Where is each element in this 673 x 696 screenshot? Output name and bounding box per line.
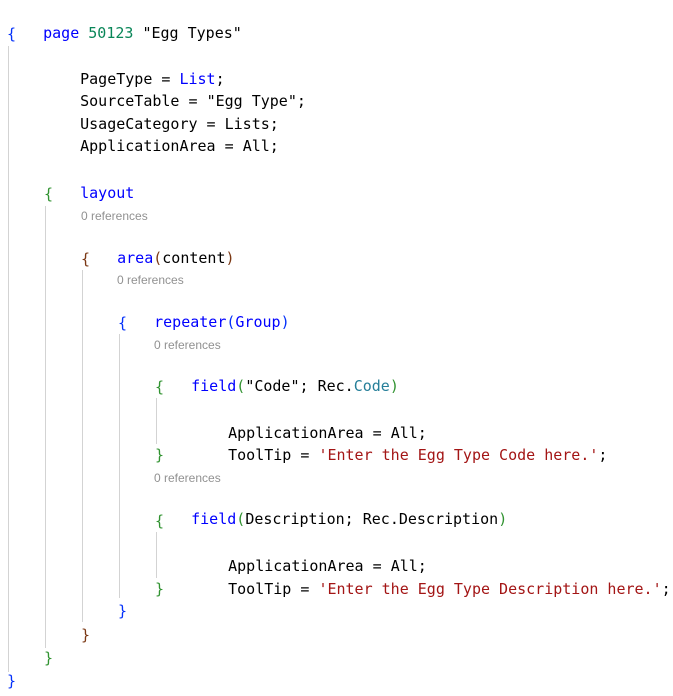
tooltip-string: 'Enter the Egg Type Code here.' <box>318 446 599 464</box>
layout-keyword: layout <box>80 184 135 202</box>
indent-guide <box>119 334 120 598</box>
property-usage-category[interactable]: UsageCategory = Lists; <box>44 91 279 133</box>
field-keyword: field <box>191 510 237 528</box>
layout-keyword-line[interactable]: layout <box>44 160 134 202</box>
field-code-application-area[interactable]: ApplicationArea = All; <box>192 400 427 442</box>
field-rec: Rec <box>317 377 345 395</box>
field-source: Code <box>353 377 390 395</box>
field-description-close-brace: } <box>155 580 165 598</box>
field-description-application-area[interactable]: ApplicationArea = All; <box>192 533 427 575</box>
code-line-page-declaration[interactable]: page 50123 "Egg Types" <box>7 0 242 42</box>
field-code-declaration[interactable]: field("Code"; Rec.Code) <box>155 353 399 395</box>
field-name: "Code" <box>245 377 300 395</box>
codelens-repeater-references[interactable]: 0 references <box>117 272 184 288</box>
field-description-open-brace: { <box>155 512 165 530</box>
page-open-brace: { <box>7 25 17 43</box>
property-key: ApplicationArea <box>80 137 216 155</box>
repeater-open-brace: { <box>118 314 128 332</box>
property-value: All <box>242 137 270 155</box>
indent-guide <box>8 46 9 672</box>
indent-guide <box>45 206 46 648</box>
layout-open-brace: { <box>44 185 54 203</box>
field-name: Description <box>245 510 345 528</box>
field-description-declaration[interactable]: field(Description; Rec.Description) <box>155 486 507 528</box>
page-close-brace: } <box>7 672 17 690</box>
area-declaration[interactable]: area(content) <box>81 225 234 267</box>
indent-guide <box>82 270 83 622</box>
page-id: 50123 <box>88 24 134 42</box>
property-page-type[interactable]: PageType = List; <box>44 46 225 88</box>
property-source-table[interactable]: SourceTable = "Egg Type"; <box>44 68 306 110</box>
field-keyword: field <box>191 377 237 395</box>
page-name: "Egg Types" <box>142 24 242 42</box>
area-open-brace: { <box>81 250 91 268</box>
page-keyword: page <box>43 24 80 42</box>
codelens-field-description-references[interactable]: 0 references <box>154 470 221 486</box>
property-application-area[interactable]: ApplicationArea = All; <box>44 113 279 155</box>
field-description-tooltip[interactable]: ToolTip = 'Enter the Egg Type Descriptio… <box>192 556 671 598</box>
field-code-tooltip[interactable]: ToolTip = 'Enter the Egg Type Code here.… <box>192 422 607 464</box>
area-close-brace: } <box>81 626 91 644</box>
repeater-close-brace: } <box>118 602 128 620</box>
codelens-area-references[interactable]: 0 references <box>81 208 148 224</box>
repeater-keyword: repeater <box>154 313 227 331</box>
field-code-close-brace: } <box>155 446 165 464</box>
property-key: ToolTip <box>228 446 292 464</box>
field-source: Description <box>398 510 499 528</box>
field-code-open-brace: { <box>155 378 165 396</box>
repeater-arg: Group <box>235 313 281 331</box>
field-rec: Rec <box>362 510 390 528</box>
tooltip-string: 'Enter the Egg Type Description here.' <box>318 580 662 598</box>
codelens-field-code-references[interactable]: 0 references <box>154 337 221 353</box>
area-arg: content <box>162 249 226 267</box>
area-keyword: area <box>117 249 154 267</box>
repeater-declaration[interactable]: repeater(Group) <box>118 289 289 331</box>
property-key: ToolTip <box>228 580 292 598</box>
layout-close-brace: } <box>44 649 54 667</box>
